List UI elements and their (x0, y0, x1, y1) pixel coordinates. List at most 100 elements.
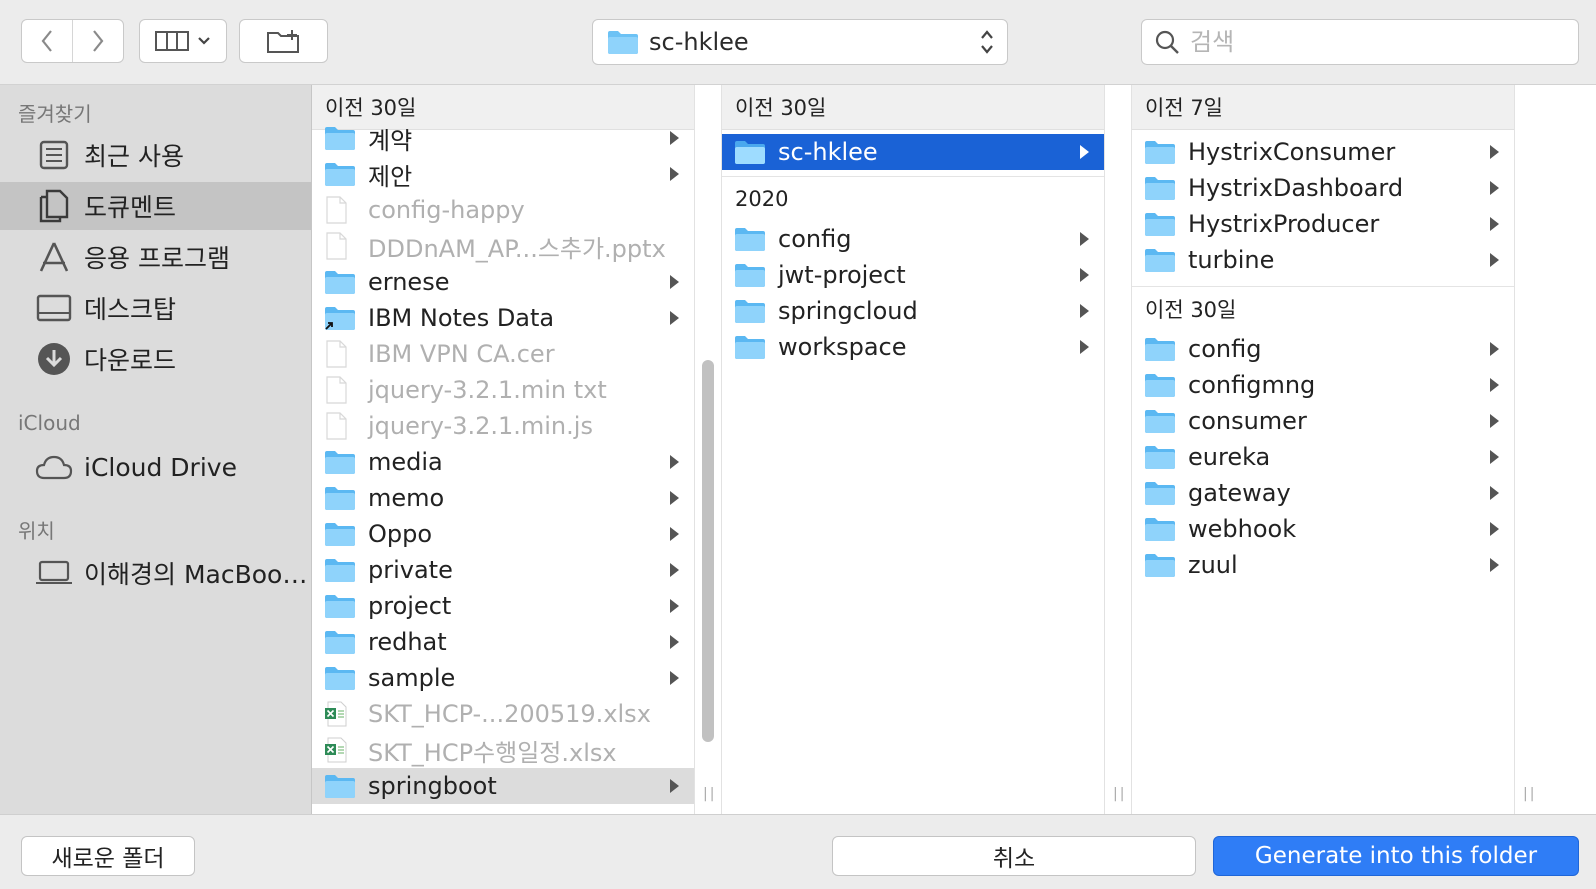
sidebar-item-icloud-drive[interactable]: iCloud Drive (0, 443, 311, 491)
disclosure-arrow-icon (669, 166, 680, 186)
column-resizer[interactable]: || (1104, 85, 1132, 814)
folder-row[interactable]: jwt-project (722, 257, 1104, 293)
sidebar-item-macbook[interactable]: 이해경의 MacBoo… (0, 549, 311, 597)
folder-row[interactable]: workspace (722, 329, 1104, 365)
sidebar-item-downloads[interactable]: 다운로드 (0, 335, 311, 383)
item-label: consumer (1188, 407, 1307, 435)
folder-icon (1144, 211, 1176, 237)
back-button[interactable] (22, 20, 72, 62)
column-group-header: 2020 (722, 176, 1104, 221)
folder-row[interactable]: memo (312, 480, 694, 516)
item-label: jquery-3.2.1.min txt (368, 376, 607, 404)
resize-grip[interactable]: || (1523, 786, 1536, 802)
folder-row[interactable]: HystrixDashboard (1132, 170, 1514, 206)
folder-row[interactable]: IBM Notes Data (312, 300, 694, 336)
disclosure-arrow-icon (669, 778, 680, 798)
sidebar-item-recents[interactable]: 최근 사용 (0, 131, 311, 179)
folder-row[interactable]: HystrixProducer (1132, 206, 1514, 242)
forward-button[interactable] (72, 20, 123, 62)
folder-row[interactable]: springboot (312, 768, 694, 804)
disclosure-arrow-icon (1079, 231, 1090, 251)
new-folder-toolbar-button[interactable] (239, 19, 328, 63)
folder-row[interactable]: project (312, 588, 694, 624)
folder-row[interactable]: webhook (1132, 511, 1514, 547)
item-label: SKT_HCP수행일정.xlsx (368, 738, 617, 767)
file-row[interactable]: IBM VPN CA.cer (312, 336, 694, 372)
folder-row[interactable]: private (312, 552, 694, 588)
item-label: eureka (1188, 443, 1271, 471)
item-label: webhook (1188, 515, 1297, 543)
item-label: gateway (1188, 479, 1291, 507)
folder-row[interactable]: sample (312, 660, 694, 696)
folder-row[interactable]: consumer (1132, 403, 1514, 439)
folder-icon (1144, 247, 1176, 273)
sidebar-item-desktop[interactable]: 데스크탑 (0, 284, 311, 332)
folder-row[interactable]: media (312, 444, 694, 480)
folder-row[interactable]: eureka (1132, 439, 1514, 475)
column-resizer[interactable]: || (1514, 85, 1542, 814)
folder-row[interactable]: 계약 (312, 120, 694, 156)
disclosure-arrow-icon (1489, 180, 1500, 200)
folder-icon (1144, 372, 1176, 398)
file-row[interactable]: jquery-3.2.1.min txt (312, 372, 694, 408)
new-folder-button[interactable]: 새로운 폴더 (21, 836, 195, 876)
chevron-down-icon (198, 37, 210, 45)
icloud-header: iCloud (18, 411, 81, 435)
column-resizer[interactable]: || (694, 85, 722, 814)
folder-row[interactable]: zuul (1132, 547, 1514, 583)
file-row[interactable]: jquery-3.2.1.min.js (312, 408, 694, 444)
folder-row[interactable]: gateway (1132, 475, 1514, 511)
folder-icon (324, 557, 356, 583)
applications-icon (34, 237, 74, 277)
nav-buttons (21, 19, 124, 63)
file-row[interactable]: DDDnAM_AP...스추가.pptx (312, 228, 694, 264)
file-row[interactable]: SKT_HCP-...200519.xlsx (312, 696, 694, 732)
item-label: private (368, 556, 453, 584)
disclosure-arrow-icon (1489, 216, 1500, 236)
item-label: config (778, 225, 852, 253)
path-selector[interactable]: sc-hklee (592, 19, 1008, 65)
file-list: sc-hklee (722, 130, 1104, 176)
resize-grip[interactable]: || (1113, 786, 1126, 802)
file-row[interactable]: config-happy (312, 192, 694, 228)
disclosure-arrow-icon (669, 562, 680, 582)
item-label: 계약 (368, 126, 413, 155)
file-icon (324, 232, 356, 260)
folder-icon (324, 593, 356, 619)
folder-row[interactable]: 제안 (312, 156, 694, 192)
folder-row[interactable]: configmng (1132, 367, 1514, 403)
folder-row[interactable]: HystrixConsumer (1132, 134, 1514, 170)
folder-row[interactable]: Oppo (312, 516, 694, 552)
path-label: sc-hklee (649, 28, 749, 56)
column-group-header: 이전 30일 (722, 85, 1104, 130)
resize-grip[interactable]: || (703, 786, 716, 802)
search-field[interactable] (1141, 19, 1579, 65)
sidebar-item-applications[interactable]: 응용 프로그램 (0, 233, 311, 281)
sidebar-item-documents[interactable]: 도큐멘트 (0, 182, 311, 230)
folder-row[interactable]: config (1132, 331, 1514, 367)
disclosure-arrow-icon (1489, 449, 1500, 469)
chevron-right-icon (93, 30, 104, 52)
folder-row[interactable]: springcloud (722, 293, 1104, 329)
disclosure-arrow-icon (669, 490, 680, 510)
folder-icon (734, 298, 766, 324)
search-input[interactable] (1188, 27, 1552, 57)
item-label: HystrixDashboard (1188, 174, 1404, 202)
item-label: Oppo (368, 520, 433, 548)
folder-row[interactable]: ernese (312, 264, 694, 300)
folder-row[interactable]: redhat (312, 624, 694, 660)
generate-button[interactable]: Generate into this folder (1213, 836, 1579, 876)
item-label: project (368, 592, 452, 620)
folder-icon (1144, 516, 1176, 542)
file-icon (324, 412, 356, 440)
item-label: config (1188, 335, 1262, 363)
folder-row[interactable]: sc-hklee (722, 134, 1104, 170)
folder-row[interactable]: config (722, 221, 1104, 257)
column-view-icon (155, 31, 189, 51)
folder-row[interactable]: turbine (1132, 242, 1514, 278)
column-group-header: 이전 7일 (1132, 85, 1514, 130)
view-options-button[interactable] (139, 19, 227, 63)
scrollbar-thumb[interactable] (702, 360, 714, 742)
file-row[interactable]: SKT_HCP수행일정.xlsx (312, 732, 694, 768)
cancel-button[interactable]: 취소 (832, 836, 1196, 876)
